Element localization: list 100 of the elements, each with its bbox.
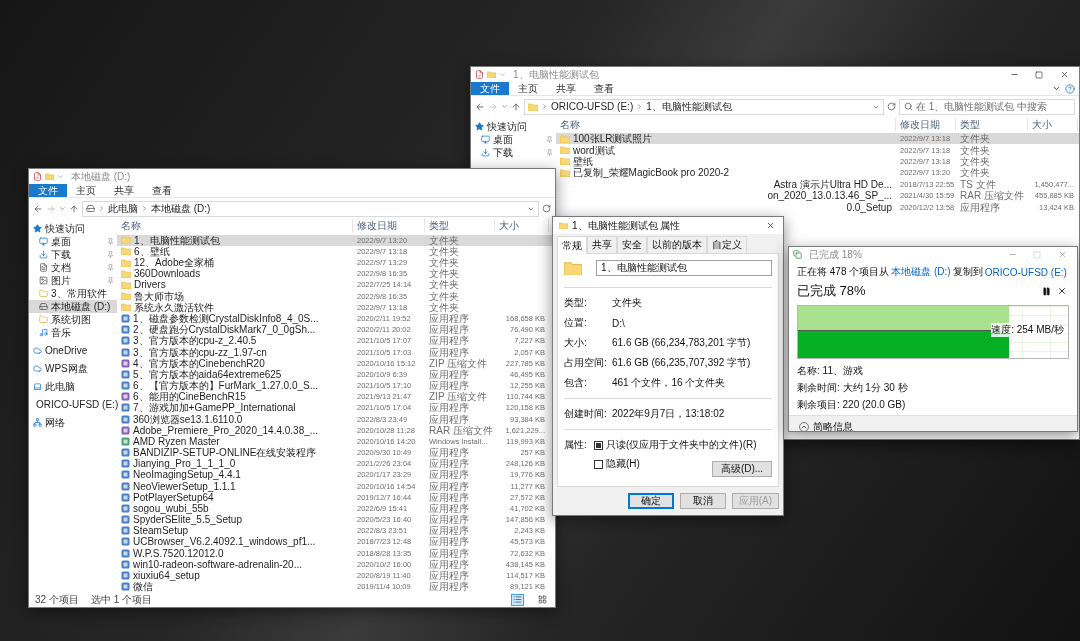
path-crumb[interactable]: 此电脑 xyxy=(108,201,138,216)
file-name: Drivers xyxy=(134,279,166,291)
address-bar[interactable]: 此电脑 本地磁盘 (D:) xyxy=(82,200,539,217)
ribbon-tab[interactable]: 主页 xyxy=(509,82,547,95)
drive-icon xyxy=(39,302,48,311)
dialog-button[interactable]: 确定 xyxy=(627,493,674,509)
ribbon-tab[interactable]: 共享 xyxy=(547,82,585,95)
property-value: D:\ xyxy=(612,317,626,329)
dialog-tab[interactable]: 常规 xyxy=(557,236,587,254)
checkbox[interactable] xyxy=(594,459,603,469)
search-icon xyxy=(904,102,913,111)
back-icon[interactable] xyxy=(33,203,43,214)
nav-item[interactable]: 桌面 xyxy=(471,133,556,146)
column-header[interactable]: 修改日期 xyxy=(896,117,956,131)
copy-description: 正在将 478 个项目从 xyxy=(797,265,890,279)
file-name: 0.0_Setup xyxy=(846,201,892,213)
target-link[interactable]: ORICO-UFSD (E:) xyxy=(984,266,1067,278)
refresh-icon[interactable] xyxy=(887,102,896,111)
nav-item[interactable]: 图片 xyxy=(29,274,117,287)
up-icon[interactable] xyxy=(69,203,79,214)
file-type: 文件夹 xyxy=(428,301,459,313)
app-icon xyxy=(121,448,130,458)
nav-item[interactable]: WPS网盘 xyxy=(29,362,117,375)
ribbon-tab[interactable]: 查看 xyxy=(143,184,181,197)
file-type: 文件夹 xyxy=(428,234,460,246)
column-header[interactable]: 名称 xyxy=(117,219,353,233)
app-icon xyxy=(121,325,130,335)
copy-icon xyxy=(793,250,802,259)
fewer-details-button[interactable]: 简略信息 xyxy=(799,419,853,431)
file-name: W.P.S.7520.12012.0 xyxy=(133,547,224,559)
nav-item[interactable]: 文档 xyxy=(29,261,117,274)
dialog-button[interactable]: 取消 xyxy=(679,493,726,509)
dialog-tab[interactable]: 共享 xyxy=(587,236,617,253)
address-bar[interactable]: ORICO-UFSD (E:) 1、电脑性能测试包 xyxy=(524,98,884,115)
close-icon xyxy=(1057,250,1067,259)
nav-label: 桌面 xyxy=(51,234,71,249)
ribbon-tab[interactable]: 查看 xyxy=(585,82,623,95)
file-type: 文件夹 xyxy=(959,155,991,167)
back-icon[interactable] xyxy=(475,101,485,112)
nav-item[interactable]: 此电脑 xyxy=(29,380,117,393)
path-crumb[interactable]: ORICO-UFSD (E:) xyxy=(551,101,634,112)
column-header[interactable]: 类型 xyxy=(956,117,1028,131)
file-menu-button[interactable]: 文件 xyxy=(29,184,67,197)
checkbox[interactable] xyxy=(594,440,603,450)
file-name: 6、【官方版本的】FurMark_1.27.0.0_S... xyxy=(133,380,319,392)
column-header[interactable]: 大小 xyxy=(495,219,549,233)
copy-detail: 剩余项目: 220 (20.0 GB) xyxy=(797,398,907,412)
checkbox-label: 隐藏(H) xyxy=(606,457,640,471)
nav-item[interactable]: 本地磁盘 (D:) xyxy=(29,300,117,313)
refresh-icon[interactable] xyxy=(542,204,551,213)
recent-icon[interactable] xyxy=(501,103,508,110)
nav-item[interactable]: 音乐 xyxy=(29,326,117,339)
file-name: 360Downloads xyxy=(134,268,201,280)
column-header[interactable]: 类型 xyxy=(425,219,495,233)
source-link[interactable]: 本地磁盘 (D:) xyxy=(891,265,951,279)
dialog-tab[interactable]: 以前的版本 xyxy=(647,236,707,253)
path-crumb[interactable]: 本地磁盘 (D:) xyxy=(151,201,211,216)
nav-item[interactable]: 3、常用软件 xyxy=(29,287,117,300)
close-icon xyxy=(1059,70,1069,79)
ribbon-tab[interactable]: 共享 xyxy=(105,184,143,197)
column-header[interactable]: 大小 xyxy=(1028,117,1078,131)
up-icon[interactable] xyxy=(511,101,521,112)
dialog-tab[interactable]: 自定义 xyxy=(707,236,747,253)
nav-item[interactable]: 下载 xyxy=(471,146,556,159)
property-label: 属性: xyxy=(564,438,588,452)
file-type: 应用程序 xyxy=(428,458,470,470)
nav-item[interactable]: OneDrive xyxy=(29,344,117,357)
column-header[interactable]: 修改日期 xyxy=(353,219,425,233)
property-label: 大小: xyxy=(564,336,588,350)
nav-item[interactable]: 快速访问 xyxy=(471,120,556,133)
dialog-tab[interactable]: 安全 xyxy=(617,236,647,253)
advanced-button[interactable]: 高级(D)... xyxy=(712,461,772,477)
copy-description: 复制到 xyxy=(952,265,983,279)
details-view-button[interactable] xyxy=(511,593,524,606)
nav-item[interactable]: 系统切图 xyxy=(29,313,117,326)
close-icon xyxy=(765,221,775,230)
app-icon xyxy=(121,414,130,424)
recent-icon[interactable] xyxy=(59,205,66,212)
folder-icon xyxy=(39,315,48,324)
nav-item[interactable]: ORICO-UFSD (E:) xyxy=(29,398,117,411)
nav-item[interactable]: 桌面 xyxy=(29,235,117,248)
search-field[interactable]: 在 1、电脑性能测试包 中搜索 xyxy=(899,98,1075,115)
file-name: on_2020_13.0.13.46_SP_... xyxy=(767,190,892,202)
column-header[interactable]: 名称 xyxy=(556,117,896,131)
tiles-view-button[interactable] xyxy=(536,593,549,606)
nav-item[interactable]: 下载 xyxy=(29,248,117,261)
folder-name-field[interactable]: 1、电脑性能测试包 xyxy=(596,260,772,276)
path-crumb[interactable]: 1、电脑性能测试包 xyxy=(646,99,732,114)
properties-icon xyxy=(33,172,42,181)
nav-item[interactable]: 网络 xyxy=(29,416,117,429)
pause-icon xyxy=(1041,286,1051,296)
file-menu-button[interactable]: 文件 xyxy=(471,82,509,95)
speed-label: 速度: 254 MB/秒 xyxy=(991,323,1064,337)
item-count: 32 个项目 xyxy=(35,592,79,607)
expand-ribbon-icon[interactable] xyxy=(1052,84,1061,93)
nav-label: 桌面 xyxy=(493,132,513,147)
folder-icon xyxy=(528,102,538,111)
ribbon-tab[interactable]: 主页 xyxy=(67,184,105,197)
window-title: 本地磁盘 (D:) xyxy=(71,169,131,184)
nav-item[interactable]: 快速访问 xyxy=(29,222,117,235)
